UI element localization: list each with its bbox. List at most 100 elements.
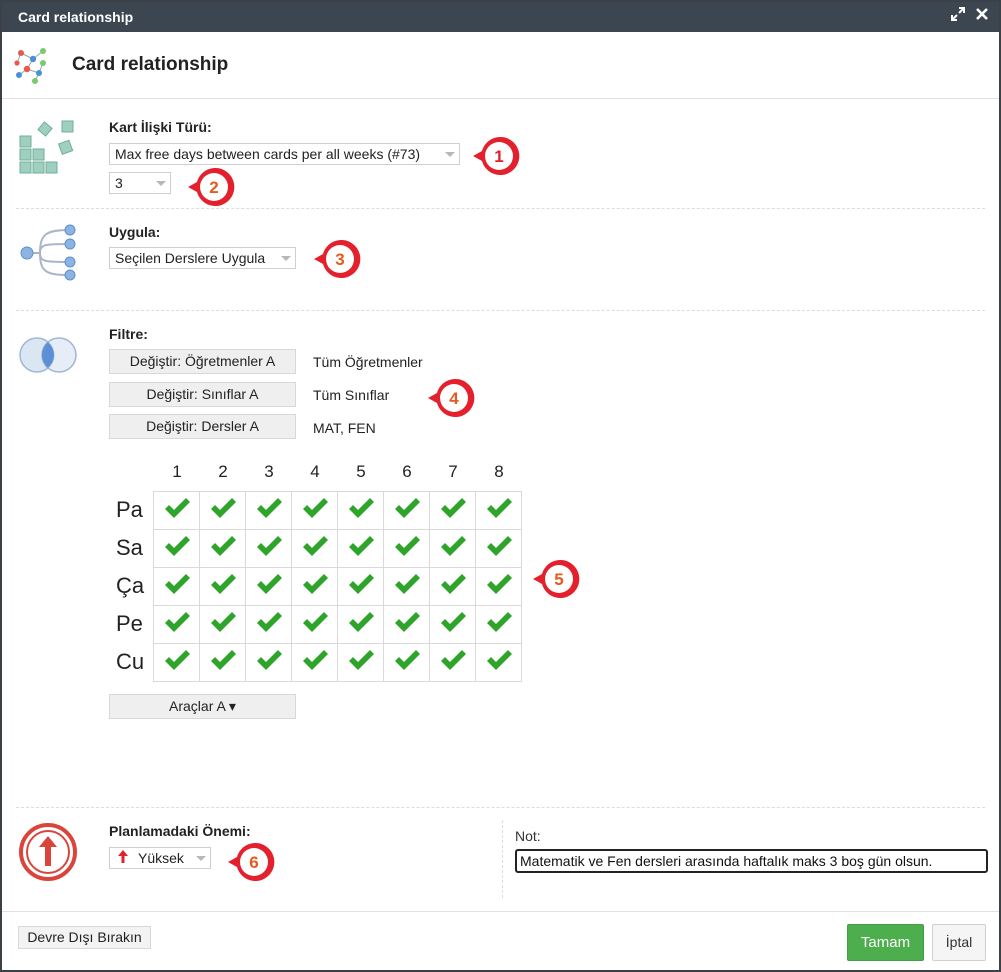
grid-cell[interactable] — [291, 529, 338, 568]
grid-cell[interactable] — [337, 605, 384, 644]
grid-column-header[interactable]: 2 — [200, 462, 246, 482]
note-input[interactable]: Matematik ve Fen dersleri arasında hafta… — [515, 849, 988, 873]
grid-cell[interactable] — [199, 491, 246, 530]
apply-select[interactable]: Seçilen Derslere Uygula — [109, 247, 296, 269]
green-check-icon — [255, 574, 283, 600]
grid-cell[interactable] — [291, 567, 338, 606]
green-check-icon — [163, 612, 191, 638]
grid-cell[interactable] — [199, 643, 246, 682]
grid-cell[interactable] — [383, 491, 430, 530]
grid-cell[interactable] — [383, 567, 430, 606]
grid-cell[interactable] — [291, 491, 338, 530]
callout-badge-6: 6 — [227, 838, 275, 886]
grid-cell[interactable] — [383, 605, 430, 644]
green-check-icon — [347, 536, 375, 562]
green-check-icon — [347, 650, 375, 676]
grid-cell[interactable] — [337, 529, 384, 568]
cancel-button[interactable]: İptal — [932, 924, 986, 961]
green-check-icon — [393, 612, 421, 638]
green-check-icon — [301, 536, 329, 562]
grid-row-header[interactable]: Cu — [116, 649, 156, 675]
ok-button[interactable]: Tamam — [847, 924, 924, 961]
section-divider — [16, 807, 985, 808]
grid-row-header[interactable]: Pa — [116, 497, 156, 523]
importance-select[interactable]: Yüksek — [109, 847, 211, 869]
grid-row-header[interactable]: Ça — [116, 573, 156, 599]
green-check-icon — [255, 536, 283, 562]
grid-cell[interactable] — [475, 567, 522, 606]
grid-cell[interactable] — [199, 529, 246, 568]
green-check-icon — [209, 650, 237, 676]
note-label: Not: — [515, 828, 541, 844]
cards-stack-icon — [18, 118, 78, 183]
arrow-up-circle-icon — [18, 822, 78, 887]
grid-row-header[interactable]: Sa — [116, 535, 156, 561]
grid-cell[interactable] — [153, 491, 200, 530]
grid-cell[interactable] — [291, 643, 338, 682]
grid-cell[interactable] — [245, 605, 292, 644]
grid-cell[interactable] — [475, 605, 522, 644]
grid-cell[interactable] — [337, 643, 384, 682]
grid-cell[interactable] — [475, 529, 522, 568]
grid-cell[interactable] — [245, 567, 292, 606]
grid-cell[interactable] — [199, 567, 246, 606]
green-check-icon — [439, 612, 467, 638]
grid-cell[interactable] — [429, 567, 476, 606]
grid-row — [153, 643, 522, 682]
grid-cell[interactable] — [429, 605, 476, 644]
grid-cell[interactable] — [337, 491, 384, 530]
callout-number: 6 — [249, 853, 258, 872]
green-check-icon — [485, 536, 513, 562]
chevron-down-icon — [445, 152, 455, 157]
grid-cell[interactable] — [245, 491, 292, 530]
disable-button[interactable]: Devre Dışı Bırakın — [18, 926, 151, 949]
green-check-icon — [347, 612, 375, 638]
close-icon[interactable] — [973, 7, 991, 25]
grid-column-header[interactable]: 1 — [154, 462, 200, 482]
grid-cell[interactable] — [429, 529, 476, 568]
change-subjects-button[interactable]: Değiştir: Dersler A — [109, 414, 296, 439]
footer-divider — [2, 911, 999, 912]
green-check-icon — [209, 498, 237, 524]
relation-number-select[interactable]: 3 — [109, 172, 171, 194]
maximize-icon[interactable] — [949, 7, 967, 25]
grid-cell[interactable] — [291, 605, 338, 644]
grid-column-header[interactable]: 3 — [246, 462, 292, 482]
green-check-icon — [209, 536, 237, 562]
grid-column-header[interactable]: 6 — [384, 462, 430, 482]
tools-button[interactable]: Araçlar A ▾ — [109, 694, 296, 719]
grid-row-header[interactable]: Pe — [116, 611, 156, 637]
grid-cell[interactable] — [383, 643, 430, 682]
relation-type-select[interactable]: Max free days between cards per all week… — [109, 143, 460, 165]
grid-cell[interactable] — [153, 605, 200, 644]
relation-type-label: Kart İlişki Türü: — [109, 119, 212, 135]
apply-value: Seçilen Derslere Uygula — [115, 250, 266, 266]
grid-cell[interactable] — [475, 643, 522, 682]
grid-cell[interactable] — [153, 529, 200, 568]
grid-column-header[interactable]: 5 — [338, 462, 384, 482]
grid-cell[interactable] — [245, 643, 292, 682]
grid-cell[interactable] — [429, 491, 476, 530]
grid-cell[interactable] — [153, 643, 200, 682]
grid-cell[interactable] — [153, 567, 200, 606]
grid-cell[interactable] — [245, 529, 292, 568]
grid-cell[interactable] — [475, 491, 522, 530]
section-divider — [16, 208, 985, 209]
grid-column-header[interactable]: 8 — [476, 462, 522, 482]
grid-column-header[interactable]: 7 — [430, 462, 476, 482]
grid-cell[interactable] — [429, 643, 476, 682]
vertical-divider — [502, 820, 503, 898]
green-check-icon — [439, 650, 467, 676]
importance-label: Planlamadaki Önemi: — [109, 823, 251, 839]
grid-column-header[interactable]: 4 — [292, 462, 338, 482]
change-classes-button[interactable]: Değiştir: Sınıflar A — [109, 382, 296, 407]
grid-cell[interactable] — [383, 529, 430, 568]
green-check-icon — [209, 612, 237, 638]
header-title: Card relationship — [72, 54, 229, 75]
grid-cell[interactable] — [337, 567, 384, 606]
callout-badge-1: 1 — [472, 132, 520, 180]
change-teachers-button[interactable]: Değiştir: Öğretmenler A — [109, 349, 296, 374]
availability-grid — [153, 491, 522, 682]
grid-cell[interactable] — [199, 605, 246, 644]
dialog-titlebar: Card relationship — [2, 2, 999, 32]
